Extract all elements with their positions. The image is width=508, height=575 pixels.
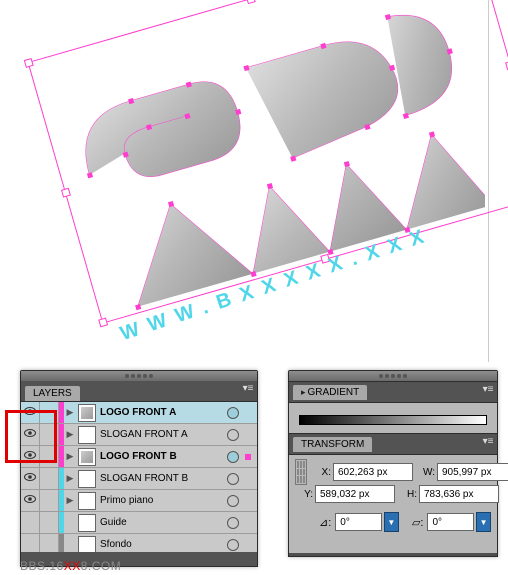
disclosure-triangle[interactable]: ▶ — [64, 473, 76, 484]
target-icon[interactable] — [227, 407, 239, 419]
w-input[interactable]: 905,997 px — [437, 463, 508, 481]
lock-toggle[interactable] — [40, 402, 59, 423]
selection-indicator — [245, 410, 251, 416]
target-icon[interactable] — [227, 517, 239, 529]
layer-color-bar — [59, 534, 64, 552]
rotate-input[interactable]: 0° — [335, 513, 382, 531]
layer-color-bar — [59, 512, 64, 533]
gradient-transform-panel: ▸GRADIENT ▾≡ TRANSFORM ▾≡ X:602,263 — [288, 370, 498, 557]
panel-gripper[interactable] — [21, 371, 257, 381]
disclosure-triangle[interactable]: ▶ — [64, 407, 76, 418]
selection-indicator — [245, 454, 251, 460]
y-label: Y: — [297, 489, 315, 500]
panel-menu-icon[interactable]: ▾≡ — [481, 436, 495, 448]
selection-indicator — [245, 542, 251, 548]
layer-thumbnail — [78, 492, 96, 510]
layers-panel: LAYERS ▾≡ ▶ LOGO FRONT A ▶ SLOGAN FRONT A ▶ L… — [20, 370, 258, 567]
visibility-toggle[interactable] — [21, 490, 40, 511]
watermark: BBS.16XX8.COM — [20, 559, 121, 573]
disclosure-triangle[interactable]: ▶ — [64, 451, 76, 462]
canvas[interactable]: WWW.BXXXXX.XXX — [20, 0, 489, 362]
selection-indicator — [245, 432, 251, 438]
lock-toggle[interactable] — [40, 512, 59, 533]
tab-transform-label: TRANSFORM — [301, 439, 364, 450]
visibility-toggle[interactable] — [21, 468, 40, 489]
layer-name[interactable]: Primo piano — [100, 495, 227, 506]
h-input[interactable]: 783,636 px — [419, 485, 499, 503]
panel-gripper[interactable] — [289, 371, 497, 381]
gradient-slider[interactable] — [299, 415, 487, 425]
y-input[interactable]: 589,032 px — [315, 485, 395, 503]
layer-thumbnail — [78, 404, 96, 422]
visibility-toggle[interactable] — [21, 402, 40, 423]
lock-toggle[interactable] — [40, 446, 59, 467]
layer-row[interactable]: ▶ LOGO FRONT B — [21, 446, 257, 468]
h-label: H: — [401, 489, 419, 500]
shear-dropdown[interactable]: ▼ — [476, 512, 491, 532]
layer-thumbnail — [78, 536, 96, 553]
layer-name[interactable]: LOGO FRONT B — [100, 451, 227, 462]
w-label: W: — [419, 467, 437, 478]
layer-thumbnail — [78, 470, 96, 488]
lock-toggle[interactable] — [40, 534, 59, 552]
rotate-icon: ⊿: — [319, 516, 331, 529]
target-icon[interactable] — [227, 473, 239, 485]
visibility-toggle[interactable] — [21, 446, 40, 467]
target-icon[interactable] — [227, 495, 239, 507]
target-icon[interactable] — [227, 451, 239, 463]
layer-row[interactable]: ▶ SLOGAN FRONT B — [21, 468, 257, 490]
selection-indicator — [245, 498, 251, 504]
layer-row[interactable]: Guide — [21, 512, 257, 534]
x-label: X: — [315, 467, 333, 478]
shear-icon: ▱: — [412, 516, 424, 529]
lock-toggle[interactable] — [40, 468, 59, 489]
reference-point-picker[interactable] — [295, 459, 307, 485]
layer-row[interactable]: ▶ Primo piano — [21, 490, 257, 512]
layer-row[interactable]: ▶ SLOGAN FRONT A — [21, 424, 257, 446]
layer-thumbnail — [78, 426, 96, 444]
disclosure-triangle[interactable]: ▶ — [64, 495, 76, 506]
layer-name[interactable]: Sfondo — [100, 539, 227, 550]
disclosure-triangle[interactable]: ▶ — [64, 429, 76, 440]
layer-thumbnail — [78, 448, 96, 466]
visibility-toggle[interactable] — [21, 424, 40, 445]
layer-thumbnail — [78, 514, 96, 532]
layer-list: ▶ LOGO FRONT A ▶ SLOGAN FRONT A ▶ LOGO FRONT … — [21, 402, 257, 552]
gradient-body — [289, 403, 497, 433]
layer-row[interactable]: ▶ LOGO FRONT A — [21, 402, 257, 424]
target-icon[interactable] — [227, 539, 239, 551]
layer-name[interactable]: SLOGAN FRONT B — [100, 473, 227, 484]
panel-menu-icon[interactable]: ▾≡ — [481, 384, 495, 396]
tab-gradient-label: GRADIENT — [308, 387, 360, 398]
layer-name[interactable]: SLOGAN FRONT A — [100, 429, 227, 440]
rotate-dropdown[interactable]: ▼ — [384, 512, 399, 532]
lock-toggle[interactable] — [40, 490, 59, 511]
transform-body: X:602,263 px W:905,997 px Y:589,032 px H… — [289, 455, 497, 553]
lock-toggle[interactable] — [40, 424, 59, 445]
target-icon[interactable] — [227, 429, 239, 441]
tab-transform[interactable]: TRANSFORM — [293, 437, 372, 452]
visibility-toggle[interactable] — [21, 534, 40, 552]
panel-menu-icon[interactable]: ▾≡ — [241, 383, 255, 395]
shear-input[interactable]: 0° — [427, 513, 474, 531]
x-input[interactable]: 602,263 px — [333, 463, 413, 481]
tab-layers[interactable]: LAYERS — [25, 386, 80, 401]
layer-name[interactable]: LOGO FRONT A — [100, 407, 227, 418]
tab-gradient[interactable]: ▸GRADIENT — [293, 385, 367, 400]
selection-indicator — [245, 520, 251, 526]
artwork-group[interactable]: WWW.BXXXXX.XXX — [55, 5, 485, 335]
layer-row[interactable]: Sfondo — [21, 534, 257, 552]
layer-name[interactable]: Guide — [100, 517, 227, 528]
visibility-toggle[interactable] — [21, 512, 40, 533]
selection-indicator — [245, 476, 251, 482]
